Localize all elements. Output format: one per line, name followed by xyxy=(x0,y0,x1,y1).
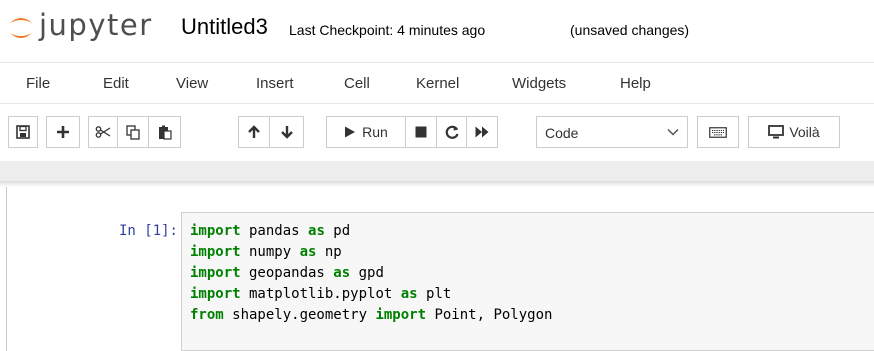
code-keyword: as xyxy=(299,244,317,260)
code-text: geopandas xyxy=(240,265,334,281)
paste-icon xyxy=(158,125,172,140)
notebook-container-border xyxy=(6,187,7,351)
code-keyword: import xyxy=(190,223,241,239)
plus-icon xyxy=(57,126,69,138)
code-text: np xyxy=(316,244,342,260)
notebook-title[interactable]: Untitled3 xyxy=(181,14,268,40)
code-keyword: as xyxy=(400,286,418,302)
cell-type-value: Code xyxy=(545,125,579,141)
interrupt-kernel-button[interactable] xyxy=(405,116,437,148)
move-cell-down-button[interactable] xyxy=(269,116,304,148)
code-line: from shapely.geometry import Point, Poly… xyxy=(190,305,552,326)
menu-kernel[interactable]: Kernel xyxy=(416,75,459,93)
code-text: matplotlib.pyplot xyxy=(240,286,401,302)
code-keyword: import xyxy=(190,265,241,281)
save-icon xyxy=(16,125,30,139)
copy-button[interactable] xyxy=(117,116,149,148)
menu-view[interactable]: View xyxy=(176,75,208,93)
restart-kernel-button[interactable] xyxy=(436,116,467,148)
code-text: pd xyxy=(324,223,351,239)
notebook-shadow xyxy=(0,181,874,187)
cut-icon xyxy=(95,126,111,138)
last-checkpoint-status: Last Checkpoint: 4 minutes ago xyxy=(289,22,486,38)
run-icon xyxy=(345,126,356,138)
toolbar: Run Code Voilà xyxy=(0,108,874,158)
code-text: Point, Polygon xyxy=(426,307,553,323)
keyboard-icon xyxy=(709,126,727,138)
code-line: import pandas as pd xyxy=(190,221,552,242)
menu-edit[interactable]: Edit xyxy=(103,75,129,93)
code-keyword: as xyxy=(333,265,351,281)
cell-input-prompt: In [1]: xyxy=(118,223,178,239)
code-keyword: as xyxy=(308,223,325,239)
code-text: shapely.geometry xyxy=(223,307,376,323)
jupyter-logo-text[interactable]: jupyter xyxy=(39,8,153,42)
code-keyword: from xyxy=(190,307,224,323)
copy-icon xyxy=(126,124,140,140)
notebook-header-divider xyxy=(0,161,874,182)
notebook-header: jupyter Untitled3 Last Checkpoint: 4 min… xyxy=(0,0,874,54)
save-button[interactable] xyxy=(8,116,38,148)
code-text: gpd xyxy=(350,265,384,281)
paste-button[interactable] xyxy=(148,116,181,148)
menu-widgets[interactable]: Widgets xyxy=(512,75,566,93)
menu-file[interactable]: File xyxy=(26,75,50,93)
arrow-up-icon xyxy=(248,125,260,138)
code-keyword: import xyxy=(190,244,241,260)
cut-button[interactable] xyxy=(88,116,118,148)
code-editor[interactable]: import pandas as pd import numpy as np imp… xyxy=(190,221,552,326)
code-line: import matplotlib.pyplot as plt xyxy=(190,284,552,305)
menu-bar: File Edit View Insert Cell Kernel Widget… xyxy=(0,62,874,104)
restart-icon xyxy=(445,125,459,139)
menu-cell[interactable]: Cell xyxy=(344,75,370,93)
stop-icon xyxy=(415,126,427,138)
restart-run-all-button[interactable] xyxy=(466,116,498,148)
move-cell-up-button[interactable] xyxy=(238,116,270,148)
code-text: plt xyxy=(417,286,452,302)
monitor-icon xyxy=(768,125,785,139)
code-keyword: import xyxy=(190,286,241,302)
code-line: import numpy as np xyxy=(190,242,552,263)
run-button-label: Run xyxy=(362,124,388,140)
fast-forward-icon xyxy=(475,126,489,138)
code-cell-input[interactable]: import pandas as pd import numpy as np imp… xyxy=(181,212,874,351)
code-line: import geopandas as gpd xyxy=(190,263,552,284)
menu-help[interactable]: Help xyxy=(620,75,651,93)
cell-type-select[interactable]: Code xyxy=(536,116,688,148)
voila-button-label: Voilà xyxy=(789,124,820,140)
unsaved-changes-indicator: (unsaved changes) xyxy=(570,22,690,38)
arrow-down-icon xyxy=(280,126,293,139)
chevron-down-icon xyxy=(667,128,679,136)
code-text: numpy xyxy=(240,244,300,260)
code-keyword: import xyxy=(375,307,427,323)
insert-cell-button[interactable] xyxy=(46,116,80,148)
jupyter-logo-icon xyxy=(10,18,32,38)
voila-button[interactable]: Voilà xyxy=(748,116,840,148)
run-button[interactable]: Run xyxy=(326,116,406,148)
menu-insert[interactable]: Insert xyxy=(256,75,294,93)
command-palette-button[interactable] xyxy=(697,116,739,148)
code-text: pandas xyxy=(240,223,309,239)
